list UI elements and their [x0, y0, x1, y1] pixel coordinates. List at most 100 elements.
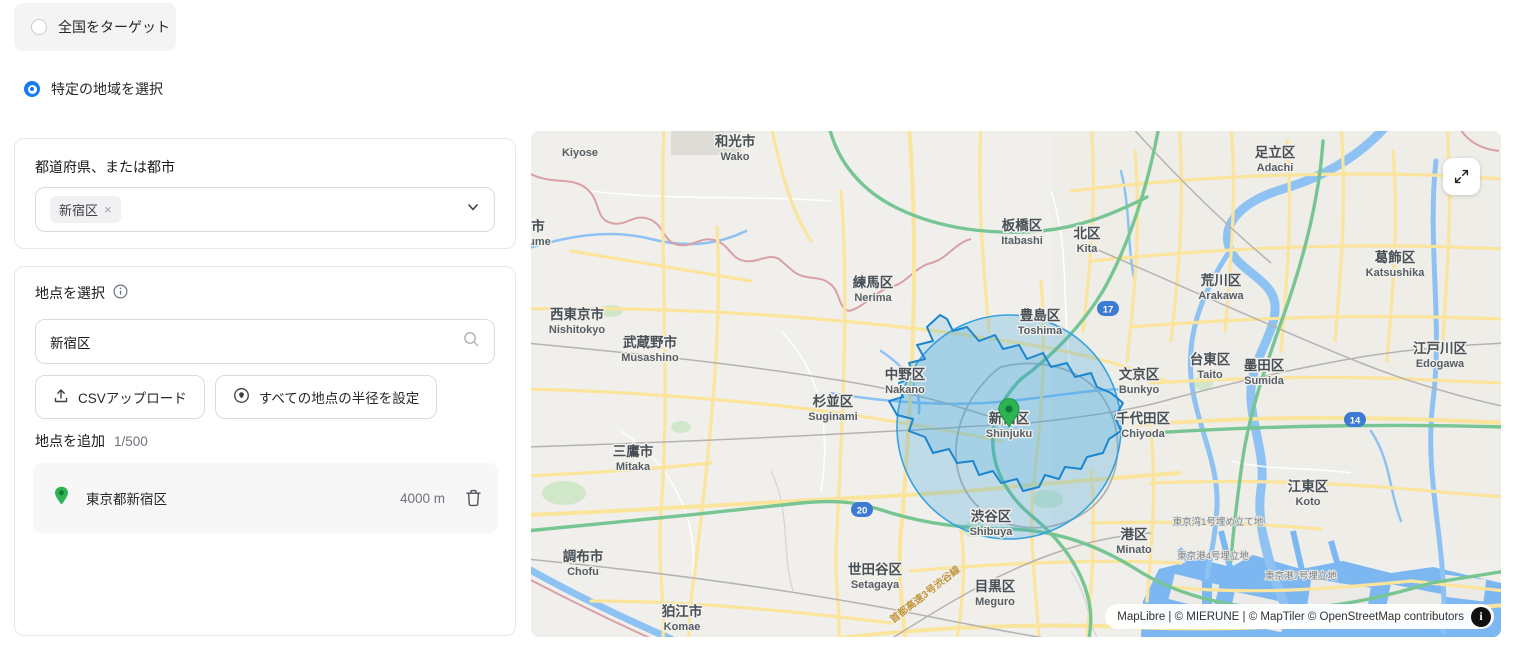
radius-pin-icon — [233, 387, 250, 407]
prefecture-city-card: 都道府県、または都市 新宿区 × — [14, 138, 516, 249]
map-label-en: Arakawa — [1198, 290, 1244, 302]
map-label-en: Setagaya — [851, 579, 900, 591]
map-label-jp: 渋谷区 — [971, 508, 1012, 524]
point-search-box — [35, 319, 495, 364]
radio-on-icon[interactable] — [24, 81, 40, 97]
location-list-item: 東京都新宿区 4000 m — [33, 463, 498, 533]
point-search-input[interactable] — [50, 334, 462, 349]
map-label-en: Toshima — [1018, 325, 1063, 337]
map-label-jp: 東久留米市 — [531, 218, 545, 234]
delete-location-button[interactable] — [465, 489, 482, 507]
map-label-jp: 江戸川区 — [1413, 340, 1467, 356]
search-icon — [462, 330, 480, 353]
map-label-jp: 中野区 — [885, 366, 926, 382]
route-shield-number: 14 — [1350, 416, 1361, 427]
set-all-radius-button[interactable]: すべての地点の半径を設定 — [215, 375, 438, 419]
map-canvas[interactable]: Kiyose 和光市 Wako 東久留米市 Higashikurume 西東京市 Nishi… — [531, 131, 1501, 637]
map-label-en: Bunkyo — [1119, 384, 1160, 396]
map-label-jp: 墨田区 — [1244, 358, 1285, 373]
map-label-small: 東京湾1号埋め立て地 — [1173, 516, 1264, 528]
map-label-jp: 文京区 — [1119, 366, 1160, 382]
map-label-jp: 足立区 — [1255, 144, 1296, 160]
select-points-card: 地点を選択 CSVアップロード すべての地点の半径を設定 — [14, 266, 516, 636]
radio-option-nationwide[interactable]: 全国をターゲット — [14, 3, 176, 51]
expand-arrows-icon — [1453, 168, 1470, 185]
radio-off-icon[interactable] — [31, 19, 47, 35]
map-label-en: Mitaka — [616, 461, 651, 473]
select-points-label: 地点を選択 — [35, 283, 105, 303]
targeting-page: 全国をターゲット 特定の地域を選択 都道府県、または都市 新宿区 × 地点を選択 — [0, 0, 1513, 655]
map-label-en: Minato — [1116, 544, 1152, 556]
selected-region-chip: 新宿区 × — [50, 196, 121, 223]
map-label-en: Higashikurume — [531, 236, 551, 248]
upload-icon — [53, 388, 69, 407]
map-label-jp: 和光市 — [715, 133, 756, 149]
info-icon[interactable] — [113, 284, 128, 302]
map-label-jp: 千代田区 — [1116, 410, 1170, 426]
set-all-radius-label: すべての地点の半径を設定 — [259, 387, 420, 407]
map-label-en: Wako — [721, 151, 750, 163]
map-label-en: Suginami — [808, 411, 858, 423]
map-label-jp: 葛飾区 — [1374, 249, 1416, 265]
point-count: 1/500 — [114, 434, 148, 449]
location-name: 東京都新宿区 — [86, 488, 167, 508]
map-image: Kiyose 和光市 Wako 東久留米市 Higashikurume 西東京市 Nishi… — [531, 131, 1501, 637]
radio-specific-label: 特定の地域を選択 — [51, 79, 163, 99]
map-label-en: Nerima — [854, 292, 892, 304]
attribution-info-icon[interactable]: i — [1471, 607, 1491, 627]
green-pin-icon — [53, 486, 70, 511]
map-label-jp: 練馬区 — [853, 274, 894, 290]
prefecture-city-select[interactable]: 新宿区 × — [35, 187, 495, 232]
map-attribution: MapLibre | © MIERUNE | © MapTiler © Open… — [1105, 604, 1494, 629]
map-label-en: Shinjuku — [986, 428, 1032, 440]
map-label-en: Komae — [664, 621, 701, 633]
map-label-jp: 江東区 — [1288, 478, 1329, 494]
map-label-jp: 世田谷区 — [848, 561, 902, 577]
map-label-jp: 杉並区 — [813, 393, 854, 409]
prefecture-city-label: 都道府県、または都市 — [35, 157, 175, 177]
map-fullscreen-button[interactable] — [1443, 158, 1480, 195]
csv-upload-button[interactable]: CSVアップロード — [35, 375, 205, 419]
add-point-label: 地点を追加 — [35, 431, 105, 451]
map-label-jp: 西東京市 — [550, 306, 604, 322]
chevron-down-icon — [466, 200, 480, 219]
map-label-en: Kiyose — [562, 147, 598, 159]
chip-remove-icon[interactable]: × — [104, 202, 112, 217]
map-label-en: Itabashi — [1001, 235, 1043, 247]
map-label-en: Chofu — [567, 566, 599, 578]
csv-upload-label: CSVアップロード — [78, 387, 187, 407]
map-label-jp: 目黒区 — [975, 579, 1016, 594]
map-label-jp: 狛江市 — [661, 603, 703, 619]
location-radius-value: 4000 m — [400, 491, 445, 506]
radio-option-specific-region[interactable]: 特定の地域を選択 — [24, 79, 163, 99]
map-label-jp: 北区 — [1074, 226, 1102, 241]
map-label-en: Adachi — [1257, 162, 1294, 174]
map-label-small: 東京港7号埋立地 — [1265, 570, 1337, 582]
map-label-jp: 豊島区 — [1020, 307, 1061, 323]
map-label-jp: 荒川区 — [1200, 272, 1242, 288]
map-label-en: Chiyoda — [1121, 428, 1165, 440]
route-shield-number: 17 — [1103, 305, 1114, 316]
map-label-jp: 武蔵野市 — [623, 334, 677, 350]
chip-label: 新宿区 — [59, 200, 98, 219]
map-label-en: Koto — [1295, 496, 1320, 508]
map-label-jp: 台東区 — [1190, 351, 1231, 367]
map-label-en: Taito — [1197, 369, 1223, 381]
map-label-en: Shibuya — [970, 526, 1014, 538]
map-label-small: 東京港4号埋立地 — [1177, 550, 1249, 562]
map-label-en: Nishitokyo — [549, 324, 606, 336]
map-label-en: Katsushika — [1366, 267, 1426, 279]
map-label-en: Edogawa — [1416, 358, 1465, 370]
map-label-jp: 調布市 — [563, 548, 604, 564]
radio-nationwide-label: 全国をターゲット — [58, 17, 170, 37]
map-label-en: Kita — [1077, 243, 1099, 255]
route-shield-number: 20 — [857, 506, 868, 517]
map-label-en: Nakano — [885, 384, 925, 396]
map-label-jp: 港区 — [1121, 526, 1149, 542]
map-label-en: Sumida — [1244, 375, 1285, 387]
attribution-text: MapLibre | © MIERUNE | © MapTiler © Open… — [1117, 611, 1464, 623]
map-label-jp: 三鷹市 — [613, 443, 654, 459]
map-label-en: Musashino — [621, 352, 679, 364]
map-label-jp: 板橋区 — [1002, 217, 1043, 233]
map-label-en: Meguro — [975, 596, 1015, 608]
